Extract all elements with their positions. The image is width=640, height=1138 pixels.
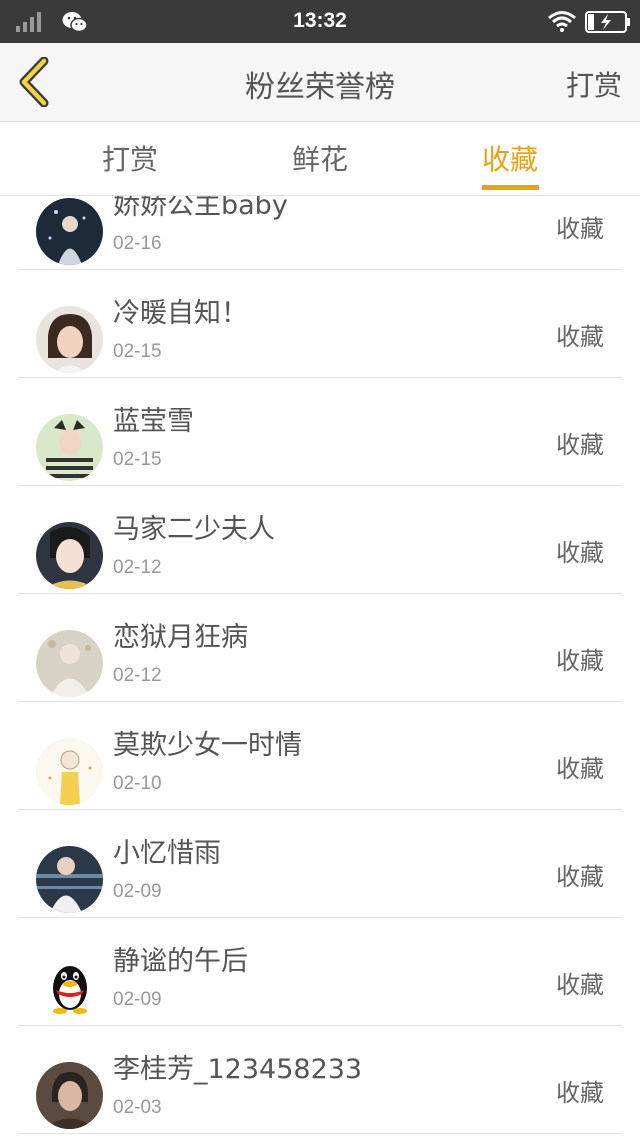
- action-type: 收藏: [556, 1079, 604, 1107]
- action-type: 收藏: [556, 863, 604, 891]
- battery-charging-icon: [585, 11, 630, 33]
- list-item[interactable]: 冷暖自知！ 02-15 收藏: [18, 269, 622, 378]
- tab-flowers[interactable]: 鲜花: [260, 138, 380, 178]
- user-avatar: [36, 738, 103, 805]
- action-type: 收藏: [556, 971, 604, 999]
- user-name: 李桂芳_123458233: [113, 1054, 363, 1085]
- user-name: 娇娇公主baby: [113, 196, 288, 221]
- page-title: 粉丝荣誉榜: [245, 70, 395, 105]
- user-name: 莫欺少女一时情: [113, 730, 302, 761]
- user-avatar: [36, 522, 103, 589]
- action-date: 02-16: [113, 233, 162, 254]
- action-date: 02-12: [113, 665, 162, 686]
- action-type: 收藏: [556, 431, 604, 459]
- list-item[interactable]: 马家二少夫人 02-12 收藏: [18, 485, 622, 594]
- action-date: 02-03: [113, 1097, 162, 1118]
- action-date: 02-09: [113, 881, 162, 902]
- nav-bar: 粉丝荣誉榜 打赏: [0, 43, 640, 122]
- user-avatar: [36, 198, 103, 265]
- list-item[interactable]: 李桂芳_123458233 02-03 收藏: [18, 1025, 622, 1134]
- status-time: 13:32: [293, 9, 347, 32]
- action-type: 收藏: [556, 539, 604, 567]
- action-date: 02-15: [113, 341, 162, 362]
- fan-list[interactable]: 娇娇公主baby 02-16 收藏 冷暖自知！ 02-15 收藏 蓝莹雪 02-…: [0, 196, 640, 1138]
- action-date: 02-09: [113, 989, 162, 1010]
- action-date: 02-15: [113, 449, 162, 470]
- wifi-icon: [548, 11, 576, 32]
- user-avatar: [36, 846, 103, 913]
- action-type: 收藏: [556, 755, 604, 783]
- action-type: 收藏: [556, 215, 604, 243]
- list-item[interactable]: 恋狱月狂病 02-12 收藏: [18, 593, 622, 702]
- action-date: 02-10: [113, 773, 162, 794]
- user-name: 静谧的午后: [113, 946, 248, 977]
- status-bar: 13:32: [0, 0, 640, 43]
- list-item[interactable]: 莫欺少女一时情 02-10 收藏: [18, 701, 622, 810]
- qq-penguin-icon: [36, 954, 103, 1021]
- list-item[interactable]: 娇娇公主baby 02-16 收藏: [18, 196, 622, 270]
- user-avatar: [36, 630, 103, 697]
- user-avatar: [36, 414, 103, 481]
- tab-bar: 打赏 鲜花 收藏: [0, 122, 640, 196]
- active-tab-indicator: [482, 185, 539, 190]
- list-item[interactable]: 蓝莹雪 02-15 收藏: [18, 377, 622, 486]
- action-date: 02-12: [113, 557, 162, 578]
- tab-reward[interactable]: 打赏: [70, 138, 190, 178]
- user-name: 恋狱月狂病: [113, 622, 248, 653]
- action-type: 收藏: [556, 647, 604, 675]
- user-avatar: [36, 306, 103, 373]
- reward-button[interactable]: 打赏: [566, 64, 622, 104]
- user-avatar: [36, 1062, 103, 1129]
- user-name: 小忆惜雨: [113, 838, 221, 869]
- list-item[interactable]: 静谧的午后 02-09 收藏: [18, 917, 622, 1026]
- action-type: 收藏: [556, 323, 604, 351]
- user-name: 蓝莹雪: [113, 406, 194, 437]
- user-name: 冷暖自知！: [113, 298, 248, 329]
- tab-favorites[interactable]: 收藏: [450, 138, 570, 178]
- list-item[interactable]: 小忆惜雨 02-09 收藏: [18, 809, 622, 918]
- user-name: 马家二少夫人: [113, 514, 275, 545]
